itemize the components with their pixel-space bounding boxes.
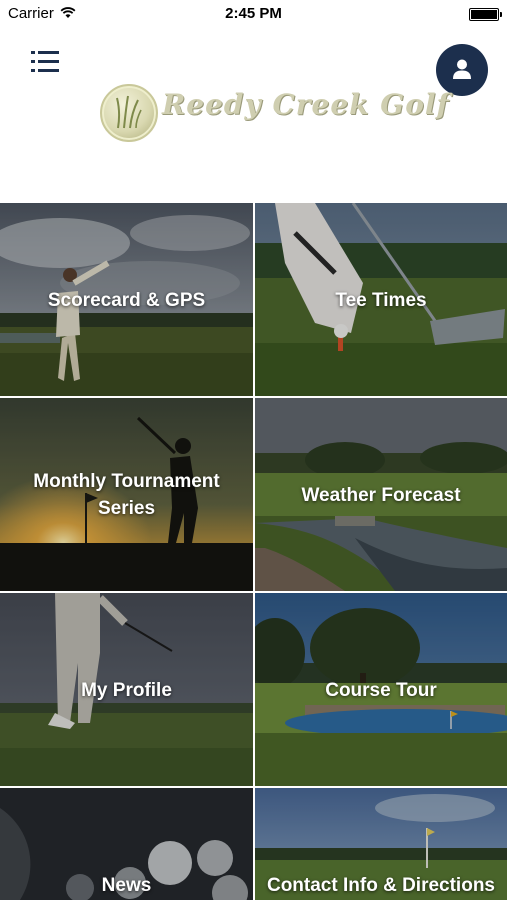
- tile-label: Contact Info & Directions: [266, 875, 495, 896]
- tile-label: Course Tour: [325, 680, 437, 701]
- app-logo: Reedy Creek Golf: [100, 82, 449, 144]
- feature-grid: Scorecard & GPS Tee Times Monthly Tourna…: [0, 203, 507, 900]
- tile-my-profile[interactable]: My Profile: [0, 593, 253, 786]
- tile-label: News: [101, 875, 152, 896]
- clock: 2:45 PM: [225, 5, 282, 22]
- tile-weather-forecast[interactable]: Weather Forecast: [255, 398, 507, 591]
- tile-label: My Profile: [81, 680, 172, 701]
- tile-label: Tee Times: [335, 290, 427, 311]
- menu-button[interactable]: [31, 50, 59, 74]
- tile-course-tour[interactable]: Course Tour: [255, 593, 507, 786]
- tile-contact-info-directions[interactable]: Contact Info & Directions: [255, 788, 507, 900]
- logo-wordmark: Reedy Creek Golf: [162, 88, 450, 121]
- tile-news[interactable]: News: [0, 788, 253, 900]
- user-icon: [453, 59, 471, 79]
- logo-seal: [100, 84, 158, 142]
- battery-icon: [469, 8, 502, 21]
- tile-label: Monthly Tournament Series: [33, 471, 220, 519]
- status-bar: Carrier 2:45 PM: [0, 0, 507, 28]
- tile-label: Weather Forecast: [301, 485, 461, 506]
- tile-tee-times[interactable]: Tee Times: [255, 203, 507, 396]
- tile-monthly-tournament-series[interactable]: Monthly Tournament Series: [0, 398, 253, 591]
- menu-icon: [31, 51, 59, 54]
- tile-scorecard-gps[interactable]: Scorecard & GPS: [0, 203, 253, 396]
- tile-label: Scorecard & GPS: [47, 290, 206, 311]
